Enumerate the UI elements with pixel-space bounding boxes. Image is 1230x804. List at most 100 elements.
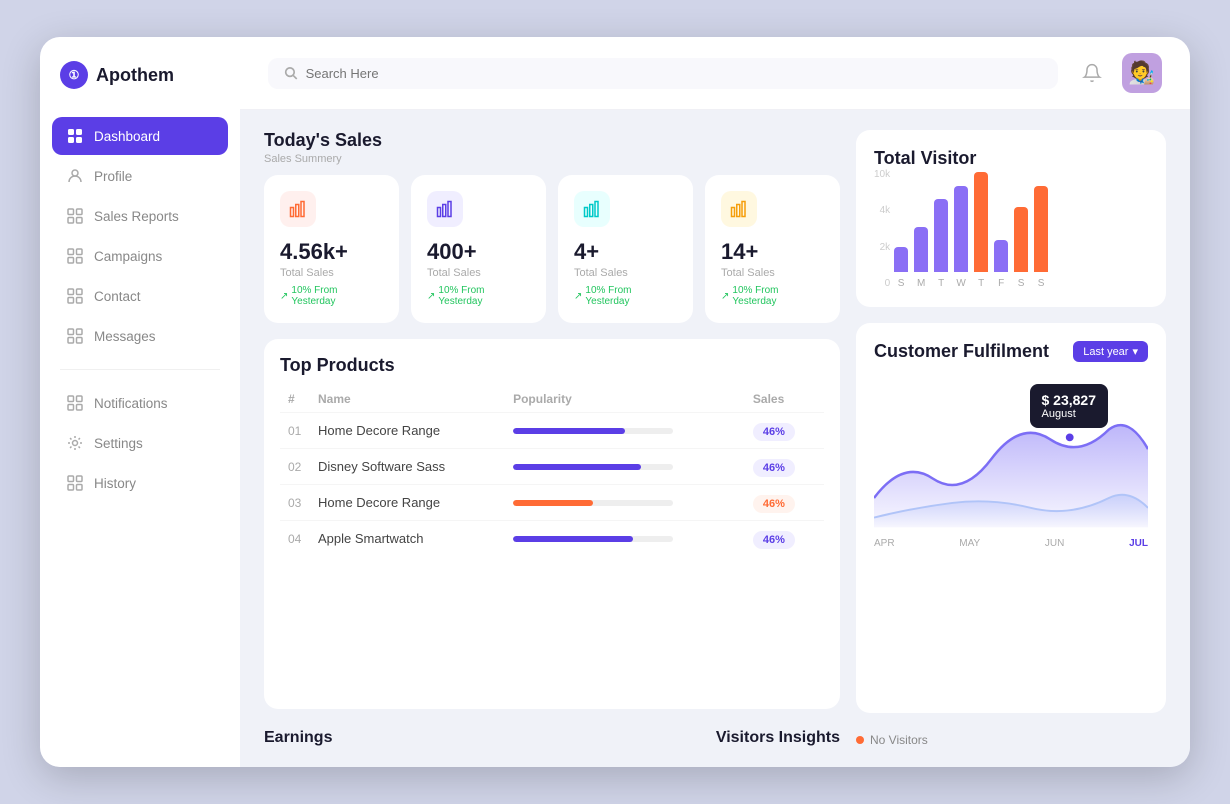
table-row: 02 Disney Software Sass 46% — [280, 449, 824, 485]
card-label-3: Total Sales — [721, 267, 824, 279]
row-popularity — [505, 485, 745, 521]
customer-title: Customer Fulfilment — [874, 341, 1049, 362]
bell-icon — [1082, 63, 1102, 83]
notification-button[interactable] — [1074, 55, 1110, 91]
sidebar-nav-secondary: Notifications Settings History — [40, 384, 240, 502]
sidebar-item-contact-label: Contact — [94, 289, 141, 304]
no-visitors-dot — [856, 736, 864, 744]
card-icon-2 — [574, 191, 610, 227]
bar-purple — [934, 199, 948, 272]
sidebar-item-messages[interactable]: Messages — [52, 317, 228, 355]
sidebar-item-notifications-label: Notifications — [94, 396, 168, 411]
bar-day-label: T — [978, 278, 984, 289]
bar-day-label: W — [956, 278, 965, 289]
card-value-3: 14+ — [721, 239, 824, 265]
messages-icon — [66, 327, 84, 345]
customer-card-header: Customer Fulfilment Last year ▾ — [874, 341, 1148, 362]
row-num: 01 — [280, 413, 310, 449]
right-panel: Total Visitor 10k 4k 2k 0 SMTWTFSS — [856, 130, 1166, 747]
today-sales-title: Today's Sales — [264, 130, 840, 151]
total-visitor-card: Total Visitor 10k 4k 2k 0 SMTWTFSS — [856, 130, 1166, 307]
chart-months: APR MAY JUN JUL — [874, 538, 1148, 549]
sidebar: ① Apothem Dashboard Profile Sales Rep — [40, 37, 240, 767]
bar-orange — [1034, 186, 1048, 272]
col-popularity: Popularity — [505, 386, 745, 413]
dashboard-icon — [66, 127, 84, 145]
bottom-labels: Earnings Visitors Insights — [264, 725, 840, 747]
tooltip-amount: $ 23,827 — [1042, 392, 1097, 408]
sidebar-item-sales-reports[interactable]: Sales Reports — [52, 197, 228, 235]
card-value-1: 400+ — [427, 239, 530, 265]
settings-icon — [66, 434, 84, 452]
chart-tooltip: $ 23,827 August — [1030, 384, 1109, 428]
total-visitor-title: Total Visitor — [874, 148, 1148, 169]
row-popularity — [505, 413, 745, 449]
col-name: Name — [310, 386, 505, 413]
bar-day-label: M — [917, 278, 925, 289]
sales-card-3: 14+ Total Sales ↗10% From Yesterday — [705, 175, 840, 323]
sidebar-item-contact[interactable]: Contact — [52, 277, 228, 315]
sidebar-divider — [60, 369, 220, 370]
card-icon-1 — [427, 191, 463, 227]
row-sales: 46% — [745, 413, 824, 449]
last-year-filter[interactable]: Last year ▾ — [1073, 341, 1148, 362]
dashboard-body: Today's Sales Sales Summery 4.56k+ Total… — [240, 110, 1190, 767]
sidebar-item-messages-label: Messages — [94, 329, 156, 344]
sidebar-item-campaigns[interactable]: Campaigns — [52, 237, 228, 275]
sidebar-item-history[interactable]: History — [52, 464, 228, 502]
col-sales: Sales — [745, 386, 824, 413]
row-name: Home Decore Range — [310, 413, 505, 449]
search-input[interactable] — [306, 66, 1042, 81]
bar-group: S — [894, 247, 908, 289]
top-products-section: Top Products # Name Popularity Sales — [264, 339, 840, 709]
card-trend-0: ↗10% From Yesterday — [280, 285, 383, 307]
row-name: Apple Smartwatch — [310, 521, 505, 557]
logo-icon: ① — [60, 61, 88, 89]
logo: ① Apothem — [40, 61, 240, 117]
bar-group: M — [914, 227, 928, 289]
today-sales-section: Today's Sales Sales Summery 4.56k+ Total… — [264, 130, 840, 323]
card-trend-3: ↗10% From Yesterday — [721, 285, 824, 307]
avatar[interactable]: 🧑‍🎨 — [1122, 53, 1162, 93]
bar-group: T — [974, 172, 988, 289]
history-icon — [66, 474, 84, 492]
month-may: MAY — [959, 538, 980, 549]
earnings-label: Earnings — [264, 729, 332, 747]
col-num: # — [280, 386, 310, 413]
bar-day-label: T — [938, 278, 944, 289]
sales-card-0: 4.56k+ Total Sales ↗10% From Yesterday — [264, 175, 399, 323]
row-num: 04 — [280, 521, 310, 557]
today-sales-header: Today's Sales Sales Summery — [264, 130, 840, 165]
bottom-right: No Visitors — [856, 729, 1166, 747]
row-sales: 46% — [745, 485, 824, 521]
logo-text: Apothem — [96, 65, 174, 86]
no-visitors-label: No Visitors — [870, 733, 928, 747]
line-chart-wrapper: $ 23,827 August — [874, 374, 1148, 534]
sales-reports-icon — [66, 207, 84, 225]
card-label-0: Total Sales — [280, 267, 383, 279]
month-apr: APR — [874, 538, 895, 549]
card-value-2: 4+ — [574, 239, 677, 265]
row-num: 02 — [280, 449, 310, 485]
search-wrapper[interactable] — [268, 58, 1058, 89]
no-visitors: No Visitors — [856, 733, 928, 747]
products-table: # Name Popularity Sales 01 Home Decore R… — [280, 386, 824, 556]
sidebar-item-settings[interactable]: Settings — [52, 424, 228, 462]
sidebar-item-settings-label: Settings — [94, 436, 143, 451]
sidebar-item-profile[interactable]: Profile — [52, 157, 228, 195]
app-container: ① Apothem Dashboard Profile Sales Rep — [40, 37, 1190, 767]
row-sales: 46% — [745, 449, 824, 485]
contact-icon — [66, 287, 84, 305]
bar-group: S — [1034, 186, 1048, 289]
sales-card-1: 400+ Total Sales ↗10% From Yesterday — [411, 175, 546, 323]
main-content: 🧑‍🎨 Today's Sales Sales Summery — [240, 37, 1190, 767]
row-popularity — [505, 449, 745, 485]
chevron-down-icon: ▾ — [1132, 345, 1138, 358]
sidebar-nav-primary: Dashboard Profile Sales Reports Campaign… — [40, 117, 240, 355]
sidebar-item-profile-label: Profile — [94, 169, 132, 184]
sidebar-item-notifications[interactable]: Notifications — [52, 384, 228, 422]
sidebar-item-dashboard[interactable]: Dashboard — [52, 117, 228, 155]
card-trend-2: ↗10% From Yesterday — [574, 285, 677, 307]
card-label-1: Total Sales — [427, 267, 530, 279]
header-actions: 🧑‍🎨 — [1074, 53, 1162, 93]
